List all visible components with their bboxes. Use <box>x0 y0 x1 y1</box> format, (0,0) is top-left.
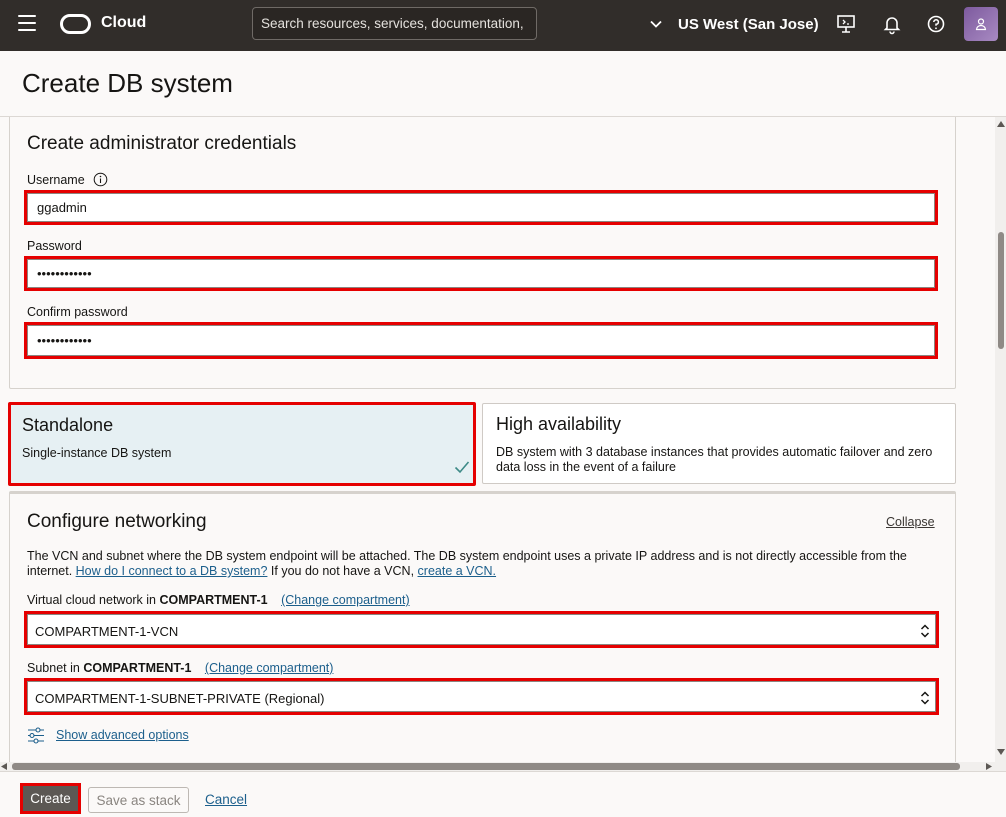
password-label: Password <box>27 239 82 253</box>
chevron-down-icon <box>650 20 662 28</box>
form-content: Create administrator credentials Usernam… <box>0 117 995 762</box>
page-title: Create DB system <box>22 68 233 98</box>
standalone-desc: Single-instance DB system <box>22 446 172 460</box>
cancel-link[interactable]: Cancel <box>205 792 247 807</box>
menu-icon[interactable] <box>18 15 36 31</box>
networking-title: Configure networking <box>27 511 207 532</box>
checkmark-icon <box>454 461 470 474</box>
select-arrows-icon <box>920 624 930 638</box>
vcn-compartment: COMPARTMENT-1 <box>159 593 268 607</box>
subnet-select-value: COMPARTMENT-1-SUBNET-PRIVATE (Regional) <box>35 691 325 706</box>
user-avatar[interactable] <box>964 7 998 41</box>
form-footer: Create Save as stack Cancel <box>0 771 1006 817</box>
confirm-password-input[interactable] <box>27 325 935 356</box>
vcn-select[interactable]: COMPARTMENT-1-VCN <box>24 611 939 648</box>
subnet-compartment: COMPARTMENT-1 <box>83 661 192 675</box>
high-availability-title: High availability <box>496 414 622 434</box>
developer-tools-icon[interactable] <box>835 13 857 35</box>
create-button[interactable]: Create <box>23 786 78 811</box>
high-availability-desc: DB system with 3 database instances that… <box>496 445 933 474</box>
username-input[interactable] <box>27 193 935 222</box>
username-field[interactable] <box>24 190 938 225</box>
vcn-label: Virtual cloud network in COMPARTMENT-1 (… <box>27 593 410 607</box>
credentials-title: Create administrator credentials <box>27 133 297 154</box>
region-label: US West (San Jose) <box>678 15 819 33</box>
confirm-password-field[interactable] <box>24 322 938 359</box>
subnet-label: Subnet in COMPARTMENT-1 (Change compartm… <box>27 661 333 675</box>
bell-icon[interactable] <box>881 13 903 35</box>
user-icon <box>975 18 987 31</box>
vertical-scrollbar[interactable] <box>995 117 1006 762</box>
info-icon[interactable] <box>93 172 108 187</box>
networking-desc-mid: If you do not have a VCN, <box>270 564 415 578</box>
vertical-scroll-thumb[interactable] <box>998 232 1004 349</box>
select-arrows-icon <box>920 691 930 705</box>
high-availability-option[interactable]: High availability DB system with 3 datab… <box>482 403 956 484</box>
connect-help-link[interactable]: How do I connect to a DB system? <box>76 564 268 578</box>
search-box[interactable] <box>252 7 537 40</box>
show-advanced-options-link[interactable]: Show advanced options <box>56 728 189 742</box>
vcn-label-text: Virtual cloud network in <box>27 593 157 607</box>
confirm-password-label: Confirm password <box>27 305 128 319</box>
oracle-logo-icon[interactable] <box>60 14 91 34</box>
help-icon[interactable] <box>925 13 947 35</box>
subnet-label-text: Subnet in <box>27 661 80 675</box>
scroll-up-icon[interactable] <box>997 120 1005 127</box>
username-label: Username <box>27 173 85 187</box>
sliders-icon[interactable] <box>27 727 45 744</box>
save-as-stack-button[interactable]: Save as stack <box>88 787 189 813</box>
subnet-change-compartment-link[interactable]: (Change compartment) <box>205 661 334 675</box>
region-selector[interactable]: US West (San Jose) <box>650 12 819 36</box>
scroll-down-icon[interactable] <box>997 749 1005 756</box>
top-navigation-bar: Cloud US West (San Jose) <box>0 0 1006 51</box>
standalone-option[interactable]: Standalone Single-instance DB system <box>8 402 476 486</box>
password-input[interactable] <box>27 259 935 288</box>
vcn-select-value: COMPARTMENT-1-VCN <box>35 624 179 639</box>
horizontal-scrollbar[interactable] <box>0 762 1006 771</box>
create-vcn-link[interactable]: create a VCN. <box>418 564 497 578</box>
create-button-highlight: Create <box>20 783 81 814</box>
horizontal-scroll-thumb[interactable] <box>12 763 960 770</box>
scroll-left-icon[interactable] <box>1 763 7 770</box>
vcn-change-compartment-link[interactable]: (Change compartment) <box>281 593 410 607</box>
standalone-title: Standalone <box>22 415 114 435</box>
networking-description: The VCN and subnet where the DB system e… <box>27 549 937 579</box>
brand-name[interactable]: Cloud <box>101 14 146 32</box>
password-field[interactable] <box>24 256 938 291</box>
scroll-right-icon[interactable] <box>986 763 992 770</box>
search-input[interactable] <box>253 8 536 39</box>
collapse-link[interactable]: Collapse <box>886 515 935 529</box>
subnet-select[interactable]: COMPARTMENT-1-SUBNET-PRIVATE (Regional) <box>24 678 939 715</box>
